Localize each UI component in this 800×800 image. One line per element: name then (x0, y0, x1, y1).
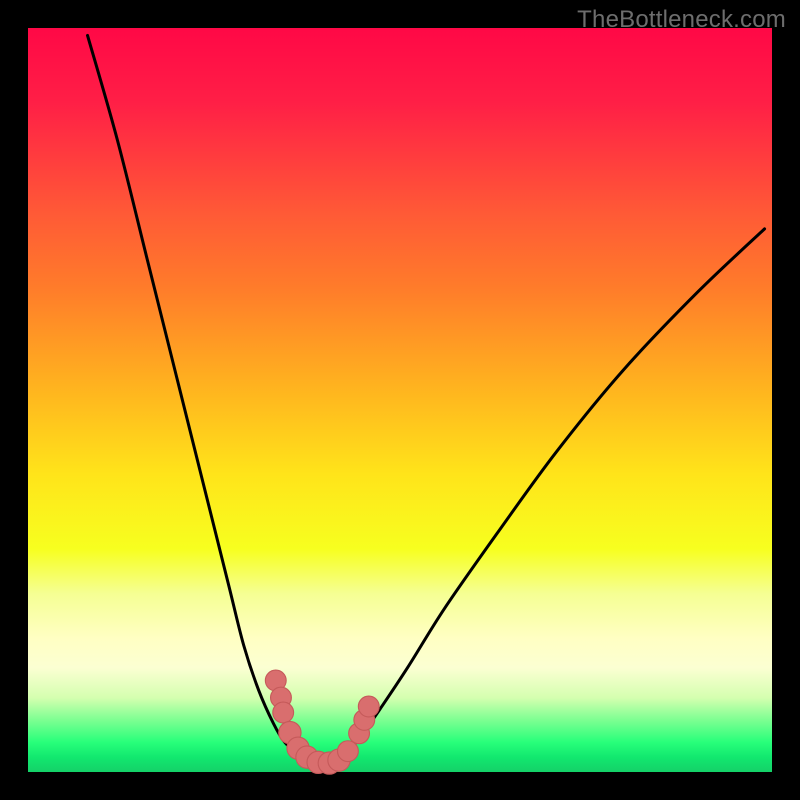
chart-frame: TheBottleneck.com (0, 0, 800, 800)
data-point (273, 702, 294, 723)
plot-area (28, 28, 772, 772)
curve-layer (28, 28, 772, 772)
curve-right-curve (344, 229, 764, 756)
data-point (358, 696, 379, 717)
data-point (338, 741, 359, 762)
curve-left-curve (88, 35, 300, 755)
watermark-label: TheBottleneck.com (577, 6, 786, 34)
